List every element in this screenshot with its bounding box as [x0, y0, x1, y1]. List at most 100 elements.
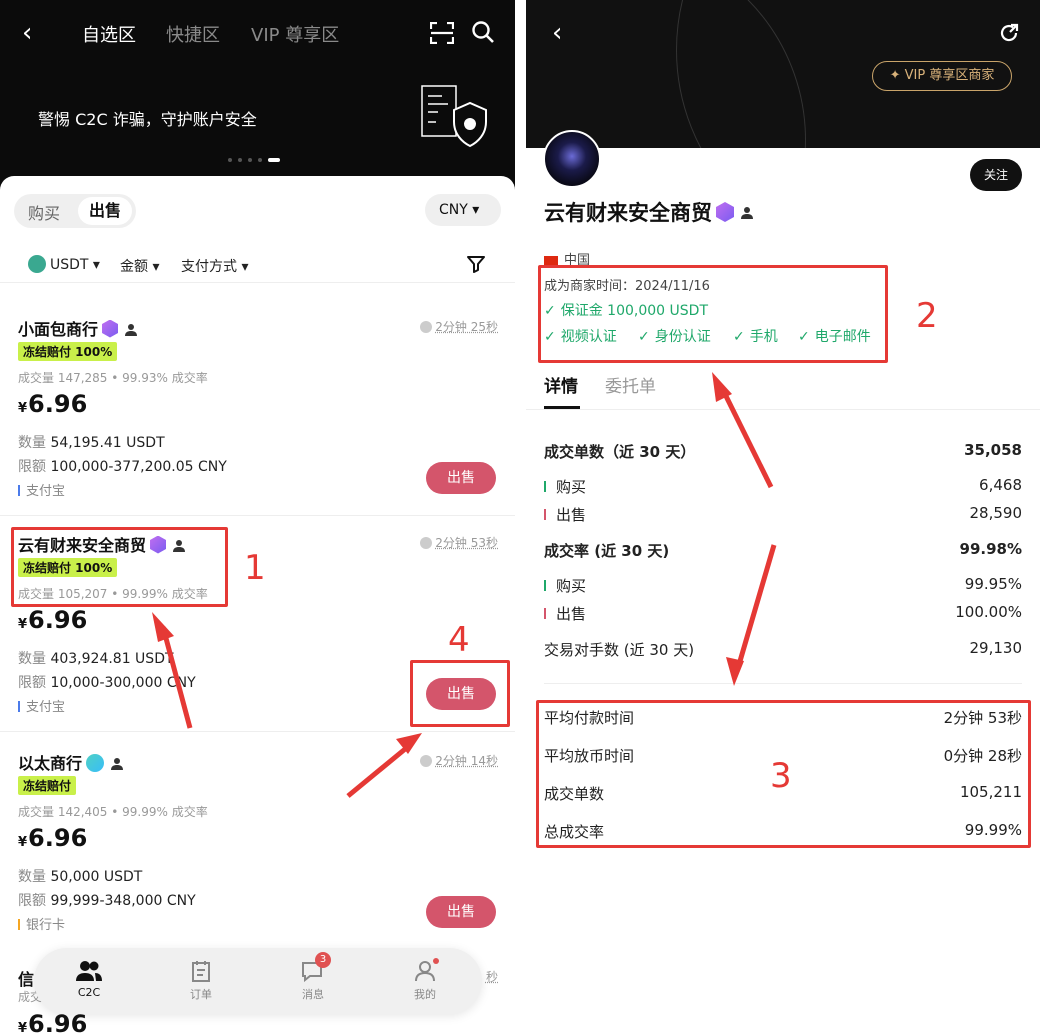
merchant-name-row: 云有财来安全商贸 — [544, 197, 754, 227]
limit: 限额 99,999-348,000 CNY — [18, 890, 196, 910]
profile-header: ‹ ✦ VIP 尊享区商家 — [526, 0, 1040, 148]
nav-c2c[interactable]: C2C — [59, 960, 119, 999]
buy-tab[interactable]: 购买 — [28, 200, 60, 224]
stat-label: 出售 — [556, 605, 587, 623]
merchant-name: 以太商行 — [18, 754, 83, 773]
price-value: 6.96 — [28, 390, 88, 418]
verified-person-icon — [741, 207, 753, 219]
annotation-box-1 — [11, 527, 228, 607]
price: ¥6.96 — [18, 390, 87, 418]
clock-icon — [420, 536, 433, 549]
tab-express[interactable]: 快捷区 — [166, 21, 220, 47]
sell-button[interactable]: 出售 — [426, 896, 496, 928]
buy-sell-toggle: 购买 出售 — [14, 194, 136, 228]
merchant-profile-screen: ‹ ✦ VIP 尊享区商家 关注 云有财来安全商贸 中国 成为商家时间：2024… — [526, 0, 1040, 1035]
quantity-value: 403,924.81 USDT — [50, 651, 174, 667]
payment-time: 2分钟 25秒 — [420, 318, 498, 335]
c2c-list-screen: ‹ 自选区 快捷区 VIP 尊享区 警惕 C2C 诈骗，守护账户安全 购买 出售… — [0, 0, 515, 1035]
avatar — [543, 130, 601, 188]
verified-person-icon — [125, 323, 138, 336]
coin-label: USDT — [50, 257, 89, 273]
currency-symbol: ¥ — [18, 835, 28, 850]
payment-label: 支付方式 — [181, 259, 237, 275]
stat-row: 出售 28,590 — [544, 504, 1022, 525]
payment-time: 秒 — [485, 970, 498, 984]
filter-icon[interactable] — [466, 254, 486, 274]
back-icon[interactable]: ‹ — [552, 18, 562, 48]
quantity: 数量 50,000 USDT — [18, 866, 142, 886]
payment-time-value: 2分钟 25秒 — [435, 320, 498, 334]
payment-time: 2分钟 14秒 — [420, 752, 498, 769]
payment-filter[interactable]: 支付方式 ▾ — [181, 256, 248, 276]
annotation-label-4: 4 — [448, 620, 470, 660]
buy-marker — [544, 481, 546, 492]
banner-text[interactable]: 警惕 C2C 诈骗，守护账户安全 — [38, 106, 257, 130]
active-tab-indicator — [544, 406, 580, 409]
panel-gap — [515, 0, 526, 1035]
annotation-label-3: 3 — [770, 756, 792, 796]
payment-time: 2分钟 53秒 — [420, 534, 498, 551]
nav-profile[interactable]: 我的 — [395, 958, 455, 1002]
payment-method: 银行卡 — [18, 914, 65, 933]
payment-method-label: 支付宝 — [26, 484, 66, 499]
quantity: 数量 403,924.81 USDT — [18, 648, 174, 668]
stat-value: 99.95% — [964, 575, 1022, 593]
nav-orders[interactable]: 订单 — [171, 960, 231, 1002]
limit-value: 100,000-377,200.05 CNY — [50, 459, 227, 475]
nav-label: 消息 — [302, 988, 324, 1001]
quantity-label: 数量 — [18, 651, 46, 667]
quantity: 数量 54,195.41 USDT — [18, 432, 165, 452]
limit-value: 99,999-348,000 CNY — [50, 893, 196, 909]
payment-method: 支付宝 — [18, 696, 65, 715]
limit-value: 10,000-300,000 CNY — [50, 675, 196, 691]
clock-icon — [420, 320, 433, 333]
coin-filter[interactable]: USDT ▾ — [28, 255, 100, 274]
price-value: 6.96 — [28, 606, 88, 634]
sell-button[interactable]: 出售 — [426, 462, 496, 494]
limit: 限额 100,000-377,200.05 CNY — [18, 456, 227, 476]
stat-row: 成交单数（近 30 天） 35,058 — [544, 441, 1022, 462]
sell-tab[interactable]: 出售 — [78, 197, 132, 225]
follow-button[interactable]: 关注 — [970, 159, 1022, 191]
annotation-box-2 — [538, 265, 888, 363]
search-icon[interactable] — [471, 20, 495, 44]
merchant-name-row[interactable]: 小面包商行 — [18, 316, 138, 340]
limit-label: 限额 — [18, 893, 46, 909]
stat-label: 成交率 (近 30 天) — [544, 542, 670, 560]
clipboard-icon — [192, 961, 210, 982]
china-flag-icon — [544, 255, 558, 266]
nav-label: C2C — [77, 986, 101, 999]
currency-value: CNY — [439, 202, 468, 218]
back-icon[interactable]: ‹ — [22, 18, 32, 48]
quantity-label: 数量 — [18, 435, 46, 451]
stat-value: 99.98% — [959, 540, 1022, 558]
payment-marker — [18, 701, 20, 712]
share-icon[interactable] — [998, 22, 1020, 44]
amount-label: 金额 — [120, 259, 148, 275]
guarantee-tag: 冻结赔付 100% — [18, 342, 118, 361]
stat-row: 成交率 (近 30 天) 99.98% — [544, 540, 1022, 561]
tab-details[interactable]: 详情 — [544, 372, 578, 397]
annotation-label-2: 2 — [916, 296, 938, 336]
currency-symbol: ¥ — [18, 617, 28, 632]
merchant-name[interactable]: 信 — [18, 966, 34, 990]
merchant-card[interactable]: 小面包商行 2分钟 25秒 冻结赔付 100% 成交量 147,285 • 99… — [18, 316, 498, 506]
currency-symbol: ¥ — [18, 1021, 28, 1035]
currency-symbol: ¥ — [18, 401, 28, 416]
stat-label: 购买 — [556, 478, 587, 496]
tab-favorites[interactable]: 自选区 — [82, 21, 136, 47]
tab-vip[interactable]: VIP 尊享区 — [251, 21, 339, 47]
merchant-card[interactable]: 以太商行 2分钟 14秒 冻结赔付 成交量 142,405 • 99.99% 成… — [18, 750, 498, 940]
tab-orders[interactable]: 委托单 — [605, 372, 656, 397]
buy-marker — [544, 580, 546, 591]
merchant-name-row[interactable]: 以太商行 — [18, 750, 124, 774]
payment-method-label: 支付宝 — [26, 700, 66, 715]
amount-filter[interactable]: 金额 ▾ — [120, 256, 159, 276]
scan-icon[interactable] — [430, 22, 454, 44]
clock-icon — [420, 754, 433, 767]
vip-badge-label: VIP 尊享区商家 — [904, 68, 995, 83]
nav-messages[interactable]: 3 消息 — [283, 952, 343, 1002]
user-icon — [415, 961, 435, 982]
profile-tabs: 详情 委托单 — [526, 370, 1040, 410]
currency-select[interactable]: CNY ▾ — [425, 194, 501, 226]
